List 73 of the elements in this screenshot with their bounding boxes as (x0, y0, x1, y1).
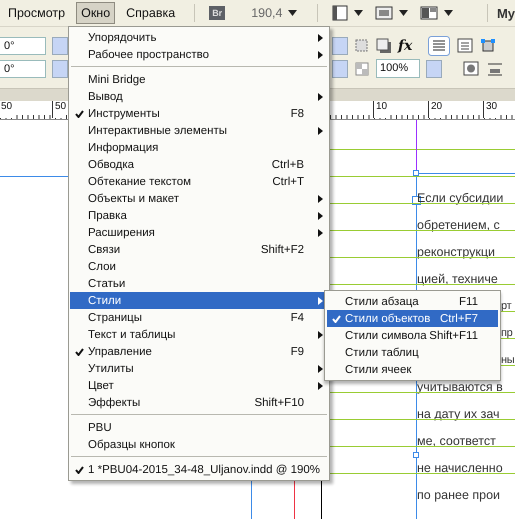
menu-item[interactable]: Утилиты (70, 360, 328, 377)
menu-item[interactable]: Инструменты F8 (70, 105, 328, 122)
zoom-field[interactable]: 190,4 (251, 6, 282, 20)
menu-item[interactable]: Вывод (70, 88, 328, 105)
menu-item[interactable]: 1 *PBU04-2015_34-48_Uljanov.indd @ 190% (70, 461, 328, 478)
opacity-icon[interactable] (354, 60, 370, 76)
menu-item[interactable]: Обводка Ctrl+B (70, 156, 328, 173)
ruler-label: 20 (428, 101, 442, 118)
effects-button[interactable]: fx (398, 38, 412, 54)
document-text-line: обретением, с (417, 217, 500, 234)
menu-item[interactable]: PBU (70, 419, 328, 436)
screen-mode-icon[interactable] (375, 5, 394, 21)
menu-item[interactable]: Текст и таблицы (70, 326, 328, 343)
ruler-label: 30 (483, 101, 498, 118)
text-align-icon[interactable] (428, 36, 450, 56)
menu-item[interactable]: Слои (70, 258, 328, 275)
menu-item[interactable]: Интерактивные элементы (70, 122, 328, 139)
bridge-button[interactable]: Br (209, 6, 226, 20)
view-icon[interactable] (332, 5, 348, 21)
menu-item[interactable]: Стили абзаца F11 (327, 293, 498, 310)
menu-item[interactable]: Эффекты Shift+F10 (70, 394, 328, 411)
menu-bar-item[interactable]: Окно (76, 2, 116, 24)
document-text-line: учитываются в (417, 379, 503, 396)
ruler-label: 50 (0, 101, 12, 118)
document-text-line: по ранее прои (417, 487, 500, 504)
align-bottom-icon[interactable] (486, 60, 504, 76)
ruler-label: 10 (373, 101, 388, 118)
frame-handle[interactable] (413, 170, 419, 176)
ruler-label: 50 (52, 101, 66, 118)
menu-bar-item[interactable]: Просмотр (3, 2, 70, 24)
menu-item[interactable]: Правка (70, 207, 328, 224)
dropdown-button[interactable] (332, 60, 348, 78)
workspace-label[interactable]: My (496, 6, 515, 20)
menu-bar-item[interactable]: Справка (121, 2, 180, 24)
opacity-field[interactable]: 100% (376, 59, 420, 78)
document-text-line: цией, техниче (417, 271, 498, 288)
shadow-icon[interactable] (376, 38, 392, 54)
document-text-line: ны (501, 353, 514, 368)
wrap-icon[interactable] (462, 60, 480, 76)
rotate-field[interactable]: 0° (0, 36, 46, 54)
document-text-line: реконструкци (417, 244, 496, 261)
layout-icon[interactable] (420, 5, 438, 21)
caret-icon[interactable] (288, 10, 298, 16)
caret-icon[interactable] (444, 10, 454, 16)
menu-item[interactable]: Обтекание текстом Ctrl+T (70, 173, 328, 190)
menu-item[interactable]: Связи Shift+F2 (70, 241, 328, 258)
menu-item[interactable]: Цвет (70, 377, 328, 394)
menu-item[interactable]: Расширения (70, 224, 328, 241)
frame-handle[interactable] (413, 452, 419, 458)
menu-item[interactable]: Стили объектов Ctrl+F7 (327, 310, 498, 327)
document-text-line: пр (501, 326, 512, 341)
text-frame-icon[interactable] (456, 38, 474, 54)
dropdown-button[interactable] (332, 36, 348, 54)
menu-item[interactable]: Стили таблиц (327, 344, 498, 361)
menu-item[interactable]: Статьи (70, 275, 328, 292)
document-text-line: ме, соответст (417, 433, 496, 450)
document-text-line: не начисленно (417, 460, 503, 477)
document-text-line: рт (501, 299, 512, 314)
menu-item[interactable]: Управление F9 (70, 343, 328, 360)
menu-item[interactable]: Стили ячеек (327, 361, 498, 378)
menu-item[interactable]: Упорядочить (70, 29, 328, 46)
selection-icon[interactable] (480, 38, 496, 54)
menu-item[interactable]: Объекты и макет (70, 190, 328, 207)
menu-item[interactable]: Образцы кнопок (70, 436, 328, 453)
shear-field[interactable]: 0° (0, 60, 46, 78)
frame-icon[interactable] (354, 38, 370, 54)
menu-item[interactable]: Mini Bridge (70, 71, 328, 88)
caret-icon[interactable] (399, 10, 408, 16)
menu-item[interactable]: Рабочее пространство (70, 46, 328, 63)
menu-item[interactable]: Стили символа Shift+F11 (327, 327, 498, 344)
menu-item[interactable]: Страницы F4 (70, 309, 328, 326)
caret-icon[interactable] (354, 10, 364, 16)
menu-item[interactable]: Информация (70, 139, 328, 156)
